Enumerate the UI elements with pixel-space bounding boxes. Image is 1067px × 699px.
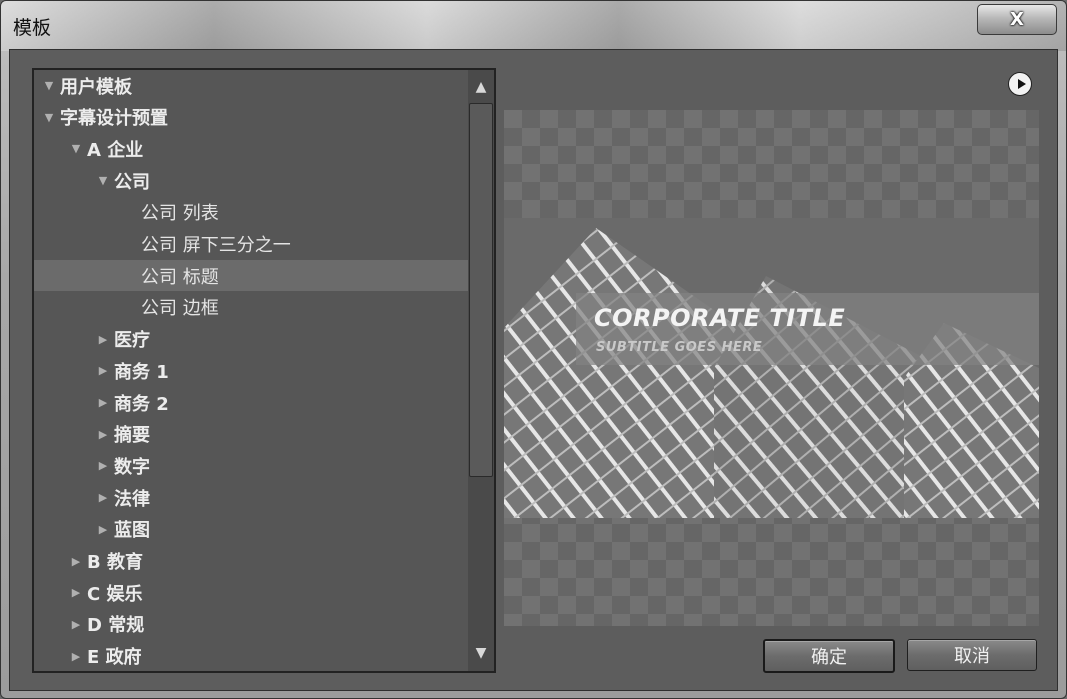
tree-item[interactable]: 公司 标题 (34, 260, 469, 292)
preview-background-image (504, 218, 1039, 518)
tree-item[interactable]: ▶ B 教育 (34, 546, 469, 577)
triangle-right-icon[interactable]: ▶ (94, 459, 112, 472)
tree-item[interactable]: ▶ 商务 1 (34, 355, 469, 386)
dialog-window: 模板 X ▼ 用户模板 ▼ 字幕设计预置 ▼ A 企业 ▼ 公司 公司 列表 公司 屏下三分之一公… (0, 0, 1067, 699)
tree-item[interactable]: 公司 列表 (34, 197, 469, 228)
tree-item-label: 医疗 (114, 330, 150, 352)
tree-item[interactable]: ▶ 法律 (34, 482, 469, 513)
tree-item-label: 法律 (114, 488, 150, 510)
tree-item-label: 数字 (114, 456, 150, 478)
tree-item-label: C 娱乐 (87, 583, 143, 605)
triangle-right-icon[interactable]: ▶ (94, 428, 112, 441)
scroll-down-icon[interactable]: ▼ (468, 638, 494, 668)
close-icon: X (1010, 9, 1024, 30)
triangle-right-icon[interactable]: ▶ (67, 586, 85, 599)
tree-item-label: 用户模板 (60, 76, 132, 98)
scroll-up-icon[interactable]: ▲ (468, 72, 494, 102)
tree-item-label: 商务 2 (114, 393, 169, 415)
tree-item[interactable]: ▼ A 企业 (34, 133, 469, 164)
triangle-down-icon[interactable]: ▼ (40, 79, 58, 92)
tree-item[interactable]: ▶ 数字 (34, 450, 469, 481)
triangle-down-icon[interactable]: ▼ (94, 174, 112, 187)
preview-title-text: CORPORATE TITLE (594, 304, 846, 332)
tree-item-label: 公司 边框 (141, 298, 219, 320)
template-tree[interactable]: ▼ 用户模板 ▼ 字幕设计预置 ▼ A 企业 ▼ 公司 公司 列表 公司 屏下三分之一 公司 标题公… (32, 68, 471, 673)
play-circle-icon[interactable] (1008, 72, 1032, 96)
ok-button[interactable]: 确定 (763, 639, 895, 673)
triangle-right-icon[interactable]: ▶ (94, 333, 112, 346)
tree-item[interactable]: ▶ C 娱乐 (34, 577, 469, 608)
triangle-down-icon[interactable]: ▼ (67, 142, 85, 155)
triangle-right-icon[interactable]: ▶ (67, 618, 85, 631)
tree-scrollbar[interactable]: ▲ ▼ (468, 68, 496, 673)
tree-item[interactable]: ▶ 摘要 (34, 419, 469, 450)
tree-item[interactable]: ▶ 医疗 (34, 324, 469, 355)
tree-item[interactable]: ▶ 商务 2 (34, 387, 469, 418)
triangle-right-icon[interactable]: ▶ (94, 491, 112, 504)
tree-item[interactable]: ▶ 蓝图 (34, 514, 469, 545)
tree-item[interactable]: ▶ E 政府 (34, 641, 469, 671)
tree-item-label: 公司 屏下三分之一 (141, 235, 291, 256)
tree-item[interactable]: ▼ 公司 (34, 165, 469, 196)
template-preview: CORPORATE TITLE SUBTITLE GOES HERE (504, 110, 1039, 626)
preview-subtitle-text: SUBTITLE GOES HERE (596, 340, 763, 355)
tree-item-label: 蓝图 (114, 520, 150, 542)
tree-item-label: 商务 1 (114, 361, 169, 383)
scrollbar-thumb[interactable] (469, 103, 493, 477)
triangle-right-icon[interactable]: ▶ (94, 396, 112, 409)
tree-item[interactable]: ▼ 用户模板 (34, 70, 469, 101)
triangle-right-icon[interactable]: ▶ (67, 555, 85, 568)
triangle-right-icon[interactable]: ▶ (94, 523, 112, 536)
tree-item-label: B 教育 (87, 552, 143, 573)
close-button[interactable]: X (977, 4, 1057, 35)
dialog-body: ▼ 用户模板 ▼ 字幕设计预置 ▼ A 企业 ▼ 公司 公司 列表 公司 屏下三分之一 公司 标题公… (9, 49, 1058, 691)
tree-item-label: 公司 标题 (141, 266, 219, 288)
tree-item-label: 公司 列表 (141, 203, 219, 225)
tree-item[interactable]: 公司 屏下三分之一 (34, 229, 469, 260)
triangle-right-icon[interactable]: ▶ (67, 650, 85, 663)
tree-item[interactable]: 公司 边框 (34, 292, 469, 323)
tree-item-label: 摘要 (114, 425, 150, 447)
tree-item-label: D 常规 (87, 615, 145, 637)
tree-item-label: 字幕设计预置 (60, 108, 168, 130)
tree-item[interactable]: ▼ 字幕设计预置 (34, 102, 469, 133)
tree-item[interactable]: ▶ D 常规 (34, 609, 469, 640)
triangle-right-icon[interactable]: ▶ (94, 364, 112, 377)
cancel-button[interactable]: 取消 (907, 639, 1037, 671)
tree-item-label: A 企业 (87, 139, 144, 161)
tree-item-label: E 政府 (87, 647, 142, 669)
window-title: 模板 (13, 17, 52, 39)
triangle-down-icon[interactable]: ▼ (40, 111, 58, 124)
tree-item-label: 公司 (114, 171, 150, 193)
